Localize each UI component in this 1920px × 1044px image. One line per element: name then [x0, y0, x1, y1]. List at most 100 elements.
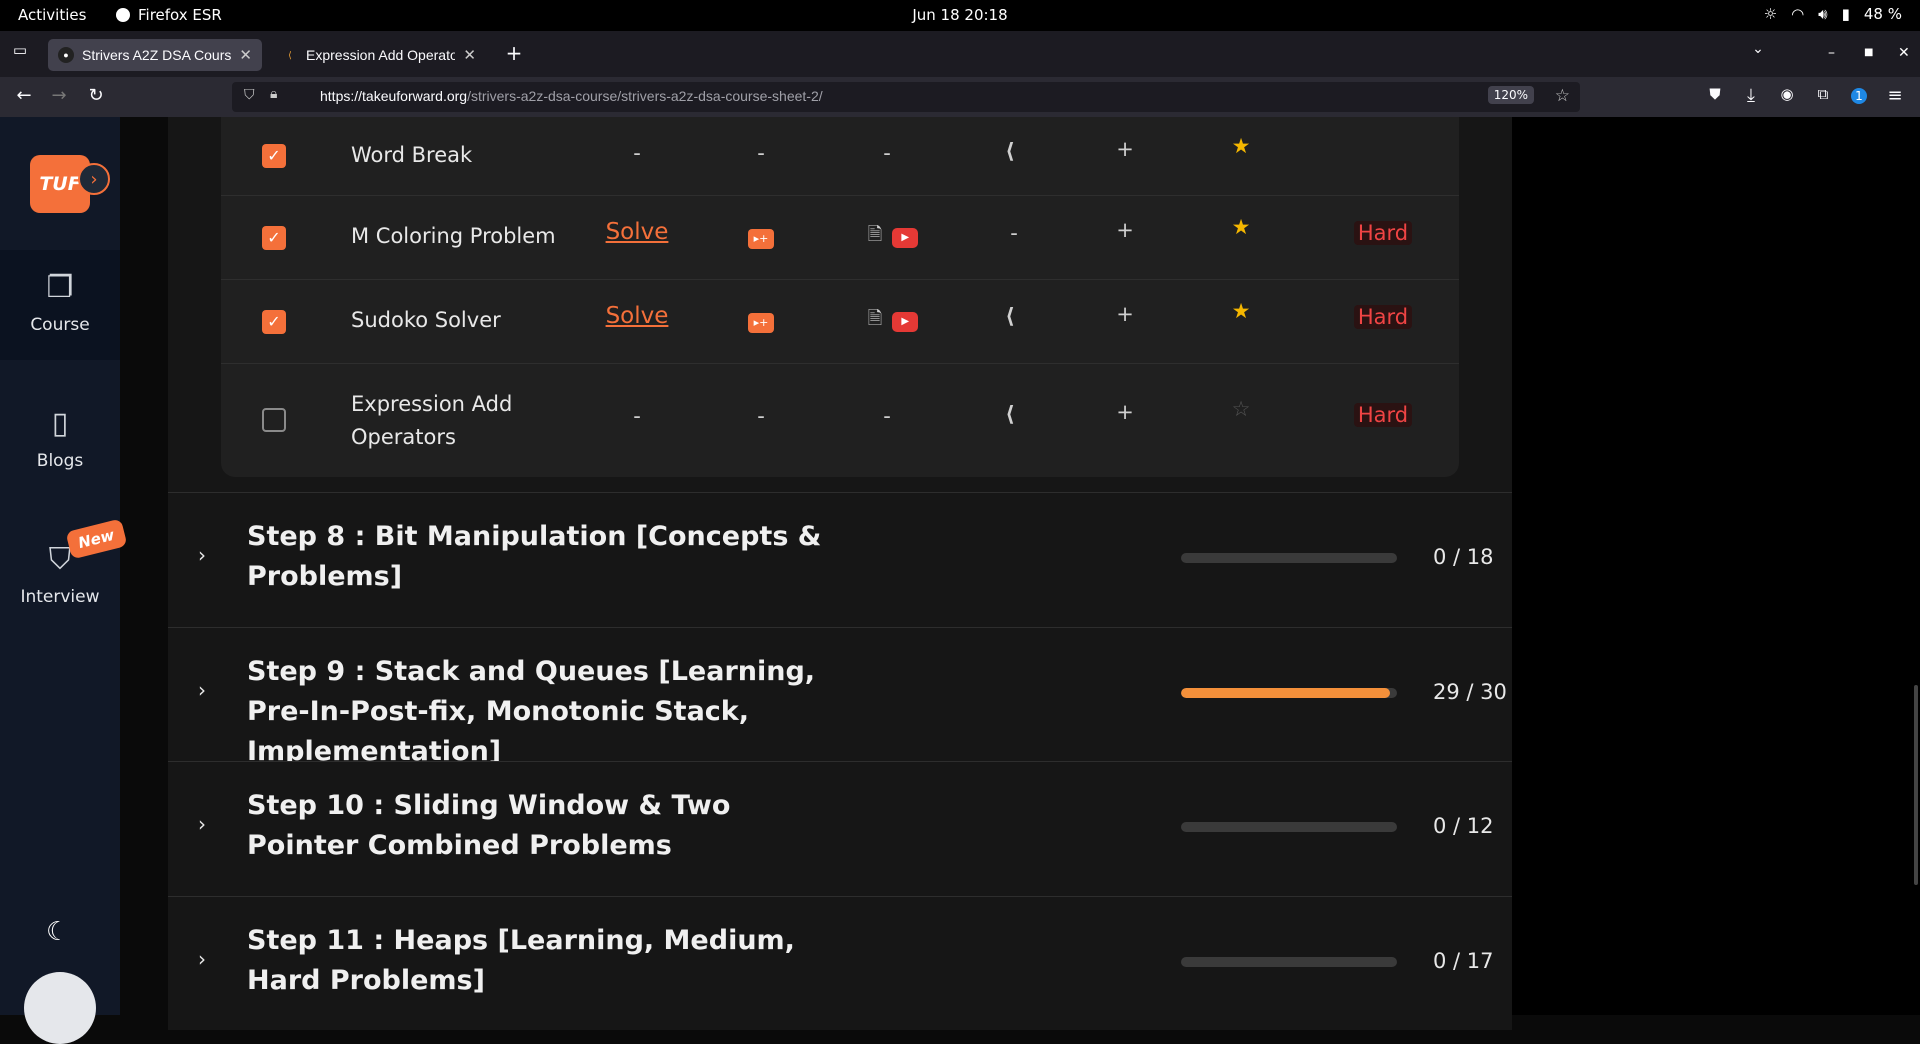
- progress-bar: [1181, 688, 1397, 698]
- table-row: Expression Add Operators - - - ⟨ + ☆ Har…: [221, 364, 1459, 477]
- step-accordion-8[interactable]: › Step 8 : Bit Manipulation [Concepts & …: [168, 492, 1512, 626]
- downloads-icon[interactable]: ⤓: [1739, 85, 1763, 106]
- done-checkbox[interactable]: [262, 408, 286, 432]
- minimize-icon[interactable]: –: [1828, 45, 1835, 61]
- course-icon: ❐: [46, 270, 74, 305]
- star-icon[interactable]: ★: [1221, 134, 1261, 158]
- leetcode-favicon-icon: ⟨: [288, 49, 292, 60]
- expand-sidebar-icon[interactable]: ›: [78, 163, 110, 195]
- avatar[interactable]: [24, 972, 96, 1044]
- article-icon[interactable]: ▸+: [746, 223, 776, 249]
- maximize-icon[interactable]: ■: [1864, 47, 1873, 58]
- problem-name[interactable]: Expression Add Operators: [351, 388, 541, 454]
- add-note-button[interactable]: +: [1110, 302, 1140, 326]
- dark-mode-toggle-icon[interactable]: ☾: [46, 917, 69, 947]
- star-outline-icon[interactable]: ☆: [1221, 397, 1261, 421]
- step-accordion-11[interactable]: › Step 11 : Heaps [Learning, Medium, Har…: [168, 896, 1512, 1030]
- done-checkbox[interactable]: ✓: [262, 144, 286, 168]
- sidebar-item-blogs[interactable]: ▯ Blogs: [0, 386, 120, 496]
- add-note-button[interactable]: +: [1110, 218, 1140, 242]
- back-icon[interactable]: ←: [12, 85, 36, 106]
- sidebar-item-course[interactable]: ❐ Course: [0, 250, 120, 360]
- doc-icon[interactable]: 🗎︎: [868, 306, 882, 336]
- chevron-right-icon: ›: [198, 947, 206, 971]
- done-checkbox[interactable]: ✓: [262, 226, 286, 250]
- menu-icon[interactable]: ≡: [1883, 85, 1907, 106]
- solve-link[interactable]: Solve: [597, 219, 677, 245]
- step-accordion-9[interactable]: › Step 9 : Stack and Queues [Learning, P…: [168, 627, 1512, 767]
- solve-link[interactable]: Solve: [597, 303, 677, 329]
- close-tab-icon[interactable]: ✕: [239, 46, 252, 64]
- bookmark-star-icon[interactable]: ☆: [1555, 86, 1570, 106]
- battery-percent: 48 %: [1863, 5, 1902, 23]
- article-icon[interactable]: ▸+: [746, 307, 776, 333]
- scrollbar[interactable]: [1914, 685, 1918, 885]
- difficulty-cell: Hard: [1353, 403, 1413, 427]
- tab-bar: ▭ ● Strivers A2Z DSA Course/ ✕ ⟨ Express…: [0, 31, 1920, 77]
- youtube-icon[interactable]: ▶: [892, 312, 919, 332]
- article-cell: -: [757, 141, 765, 165]
- sidebar-item-label: Course: [30, 315, 90, 335]
- problem-name[interactable]: M Coloring Problem: [351, 220, 556, 253]
- pocket-icon[interactable]: ⛊: [1703, 85, 1727, 103]
- add-note-button[interactable]: +: [1110, 400, 1140, 424]
- progress-count: 0 / 17: [1433, 949, 1494, 973]
- step-title: Step 11 : Heaps [Learning, Medium, Hard …: [247, 925, 795, 996]
- close-tab-icon[interactable]: ✕: [463, 46, 476, 64]
- right-blank-area: [1512, 117, 1920, 1015]
- youtube-icon[interactable]: ▶: [892, 228, 919, 248]
- step-title: Step 8 : Bit Manipulation [Concepts & Pr…: [247, 521, 822, 592]
- app-menu[interactable]: Firefox ESR: [116, 6, 222, 24]
- battery-icon: ▮: [1841, 5, 1850, 23]
- tab-strivers[interactable]: ● Strivers A2Z DSA Course/ ✕: [48, 39, 262, 71]
- url-text[interactable]: https://takeuforward.org/strivers-a2z-ds…: [320, 88, 823, 104]
- account-icon[interactable]: ◉: [1775, 85, 1799, 103]
- leetcode-icon[interactable]: ⟨: [990, 304, 1030, 328]
- doc-icon[interactable]: 🗎︎: [868, 222, 882, 252]
- add-note-button[interactable]: +: [1110, 137, 1140, 161]
- difficulty-cell: Hard: [1353, 305, 1413, 329]
- sidebar: TUF › ❐ Course ▯ Blogs ⛉ Interview New ☾: [0, 117, 128, 1044]
- sidebar-item-label: Blogs: [36, 451, 84, 471]
- clock[interactable]: Jun 18 20:18: [0, 6, 1920, 24]
- list-tabs-icon[interactable]: ⌄: [1746, 41, 1770, 57]
- problem-name[interactable]: Word Break: [351, 139, 472, 172]
- star-icon[interactable]: ★: [1221, 299, 1261, 323]
- lock-icon[interactable]: 🔒︎: [270, 86, 277, 102]
- done-checkbox[interactable]: ✓: [262, 310, 286, 334]
- extension-badge-icon[interactable]: 1: [1847, 88, 1871, 104]
- close-window-icon[interactable]: ✕: [1898, 45, 1910, 61]
- leetcode-icon[interactable]: ⟨: [990, 139, 1030, 163]
- video-cell: 🗎︎ ▶: [853, 221, 933, 252]
- progress-count: 0 / 12: [1433, 814, 1494, 838]
- reload-icon[interactable]: ↻: [84, 85, 108, 106]
- table-row: ✓ Sudoko Solver Solve ▸+ 🗎︎ ▶ ⟨ + ★ Hard: [221, 280, 1459, 364]
- video-cell: -: [883, 141, 891, 165]
- shield-icon[interactable]: ⛉: [244, 87, 255, 103]
- step-accordion-10[interactable]: › Step 10 : Sliding Window & Two Pointer…: [168, 761, 1512, 895]
- practice-cell: -: [1010, 221, 1018, 245]
- table-row: ✓ M Coloring Problem Solve ▸+ 🗎︎ ▶ - + ★ …: [221, 196, 1459, 280]
- tab-title: Expression Add Operators: [306, 47, 456, 63]
- problem-name[interactable]: Sudoko Solver: [351, 304, 501, 337]
- leetcode-icon[interactable]: ⟨: [990, 402, 1030, 426]
- extensions-icon[interactable]: ⧉: [1811, 85, 1835, 103]
- video-cell: -: [883, 404, 891, 428]
- chevron-right-icon: ›: [198, 812, 206, 836]
- forward-icon[interactable]: →: [47, 85, 71, 106]
- new-tab-button[interactable]: +: [502, 41, 526, 65]
- zoom-level[interactable]: 120%: [1487, 86, 1534, 104]
- progress-fill: [1181, 688, 1390, 698]
- difficulty-badge: Hard: [1353, 403, 1413, 427]
- activities-button[interactable]: Activities: [18, 6, 86, 24]
- url-bar[interactable]: ⛉ 🔒︎ https://takeuforward.org/strivers-a…: [232, 82, 1580, 112]
- system-tray[interactable]: ☼ ◠ 🔊︎ ▮ 48 %: [1764, 5, 1902, 23]
- star-icon[interactable]: ★: [1221, 215, 1261, 239]
- chevron-right-icon: ›: [198, 678, 206, 702]
- difficulty-badge: Hard: [1353, 221, 1413, 245]
- brightness-icon: ☼: [1763, 5, 1778, 23]
- tuf-favicon-icon: ●: [58, 47, 74, 63]
- tab-overview-icon[interactable]: ▭: [8, 41, 32, 59]
- sidebar-item-label: Interview: [20, 587, 100, 607]
- tab-expression-add-operators[interactable]: ⟨ Expression Add Operators ✕: [272, 39, 486, 71]
